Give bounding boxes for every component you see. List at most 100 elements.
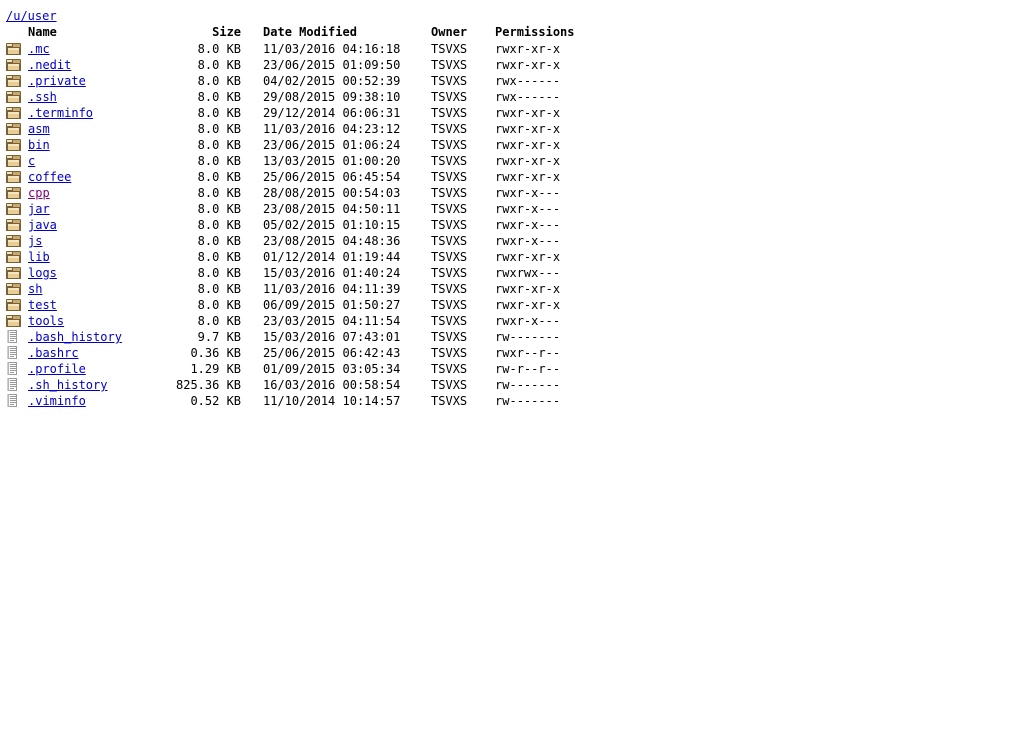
row-date-modified-cell: 11/10/2014 10:14:57 xyxy=(263,394,401,408)
entry-name-link[interactable]: tools xyxy=(28,314,64,328)
entry-name-link[interactable]: .bashrc xyxy=(28,346,79,360)
entry-name-link[interactable]: .nedit xyxy=(28,58,71,72)
row-permissions-cell: rwxr-xr-x xyxy=(495,170,561,184)
entry-name-link[interactable]: bin xyxy=(28,138,50,152)
table-row[interactable]: java 8.0 KB 05/02/2015 01:10:15 TSVXS rwxr-x… xyxy=(0,217,595,233)
table-row[interactable]: .terminfo 8.0 KB 29/12/2014 06:06:31 TSVXS r… xyxy=(0,105,595,121)
entry-name-link[interactable]: c xyxy=(28,154,35,168)
row-permissions-cell: rwxr-x--- xyxy=(495,218,561,232)
folder-icon xyxy=(6,139,21,151)
row-folder-icon-cell xyxy=(0,89,28,105)
entry-name-link[interactable]: coffee xyxy=(28,170,71,184)
table-row[interactable]: .viminfo 0.52 KB 11/10/2014 10:14:57 TSVXS r… xyxy=(0,393,595,409)
table-row[interactable]: .private 8.0 KB 04/02/2015 00:52:39 TSVXS rw… xyxy=(0,73,595,89)
folder-icon xyxy=(6,315,21,327)
row-owner-cell: TSVXS xyxy=(431,282,468,296)
row-name-cell: coffee xyxy=(28,169,176,185)
entry-name-link[interactable]: lib xyxy=(28,250,50,264)
table-row[interactable]: .bashrc 0.36 KB 25/06/2015 06:42:43 TSVXS rw… xyxy=(0,345,595,361)
table-row[interactable]: .bash_history 9.7 KB 15/03/2016 07:43:01 TS… xyxy=(0,329,595,345)
table-row[interactable]: bin 8.0 KB 23/06/2015 01:06:24 TSVXS rwxr-xr… xyxy=(0,137,595,153)
row-owner-cell: TSVXS xyxy=(431,394,468,408)
column-header-owner[interactable]: Owner xyxy=(431,24,495,41)
entry-name-link[interactable]: .private xyxy=(28,74,86,88)
table-row[interactable]: tools 8.0 KB 23/03/2015 04:11:54 TSVXS rwxr-… xyxy=(0,313,595,329)
table-row[interactable]: .nedit 8.0 KB 23/06/2015 01:09:50 TSVXS rwxr… xyxy=(0,57,595,73)
row-file-icon-cell xyxy=(0,361,28,377)
table-row[interactable]: lib 8.0 KB 01/12/2014 01:19:44 TSVXS rwxr-xr… xyxy=(0,249,595,265)
row-date-modified-cell: 11/03/2016 04:23:12 xyxy=(263,122,401,136)
table-row[interactable]: .mc 8.0 KB 11/03/2016 04:16:18 TSVXS rwxr-xr… xyxy=(0,41,595,57)
entry-name-link[interactable]: asm xyxy=(28,122,50,136)
row-name-cell: test xyxy=(28,297,176,313)
entry-name-link[interactable]: .bash_history xyxy=(28,330,122,344)
row-date-modified-cell: 13/03/2015 01:00:20 xyxy=(263,154,401,168)
table-row[interactable]: js 8.0 KB 23/08/2015 04:48:36 TSVXS rwxr-x--… xyxy=(0,233,595,249)
row-file-icon-cell xyxy=(0,345,28,361)
entry-name-link[interactable]: logs xyxy=(28,266,57,280)
row-date-modified-cell: 01/12/2014 01:19:44 xyxy=(263,250,401,264)
row-name-cell: .terminfo xyxy=(28,105,176,121)
row-name-cell: js xyxy=(28,233,176,249)
row-owner-cell: TSVXS xyxy=(431,122,468,136)
row-file-icon-cell xyxy=(0,329,28,345)
row-permissions-cell: rwxr-xr-x xyxy=(495,154,561,168)
file-icon xyxy=(6,330,18,343)
table-row[interactable]: coffee 8.0 KB 25/06/2015 06:45:54 TSVXS rwxr… xyxy=(0,169,595,185)
column-header-size[interactable]: Size xyxy=(176,24,263,41)
row-name-cell: .ssh xyxy=(28,89,176,105)
folder-icon xyxy=(6,123,21,135)
entry-name-link[interactable]: .ssh xyxy=(28,90,57,104)
row-owner-cell: TSVXS xyxy=(431,106,468,120)
table-row[interactable]: .profile 1.29 KB 01/09/2015 03:05:34 TSVXS r… xyxy=(0,361,595,377)
table-row[interactable]: asm 8.0 KB 11/03/2016 04:23:12 TSVXS rwxr-xr… xyxy=(0,121,595,137)
table-row[interactable]: .ssh 8.0 KB 29/08/2015 09:38:10 TSVXS rwx---… xyxy=(0,89,595,105)
entry-name-link[interactable]: js xyxy=(28,234,42,248)
table-row[interactable]: sh 8.0 KB 11/03/2016 04:11:39 TSVXS rwxr-xr-… xyxy=(0,281,595,297)
entry-name-link[interactable]: .mc xyxy=(28,42,50,56)
row-owner-cell: TSVXS xyxy=(431,346,468,360)
row-owner-cell: TSVXS xyxy=(431,186,468,200)
breadcrumb-path-link[interactable]: /u/user xyxy=(6,9,57,23)
entry-name-link[interactable]: java xyxy=(28,218,57,232)
row-size-cell: 8.0 KB xyxy=(197,266,242,280)
folder-icon xyxy=(6,235,21,247)
entry-name-link[interactable]: .terminfo xyxy=(28,106,93,120)
table-row[interactable]: .sh_history 825.36 KB 16/03/2016 00:58:54 T… xyxy=(0,377,595,393)
row-file-icon-cell xyxy=(0,393,28,409)
file-icon xyxy=(6,394,18,407)
row-permissions-cell: rw------- xyxy=(495,394,561,408)
column-header-date-modified[interactable]: Date Modified xyxy=(263,24,431,41)
folder-icon xyxy=(6,91,21,103)
entry-name-link[interactable]: cpp xyxy=(28,186,50,200)
table-row[interactable]: jar 8.0 KB 23/08/2015 04:50:11 TSVXS rwxr-x-… xyxy=(0,201,595,217)
row-size-cell: 8.0 KB xyxy=(197,282,242,296)
row-owner-cell: TSVXS xyxy=(431,266,468,280)
entry-name-link[interactable]: .sh_history xyxy=(28,378,107,392)
folder-icon xyxy=(6,107,21,119)
row-name-cell: asm xyxy=(28,121,176,137)
row-date-modified-cell: 23/08/2015 04:48:36 xyxy=(263,234,401,248)
row-folder-icon-cell xyxy=(0,57,28,73)
folder-icon xyxy=(6,299,21,311)
entry-name-link[interactable]: .profile xyxy=(28,362,86,376)
row-name-cell: java xyxy=(28,217,176,233)
row-name-cell: lib xyxy=(28,249,176,265)
table-row[interactable]: test 8.0 KB 06/09/2015 01:50:27 TSVXS rwxr-x… xyxy=(0,297,595,313)
folder-icon xyxy=(6,251,21,263)
table-row[interactable]: c 8.0 KB 13/03/2015 01:00:20 TSVXS rwxr-xr-x xyxy=(0,153,595,169)
entry-name-link[interactable]: .viminfo xyxy=(28,394,86,408)
row-owner-cell: TSVXS xyxy=(431,298,468,312)
row-owner-cell: TSVXS xyxy=(431,234,468,248)
file-icon xyxy=(6,362,18,375)
entry-name-link[interactable]: sh xyxy=(28,282,42,296)
row-permissions-cell: rwxr-xr-x xyxy=(495,58,561,72)
column-header-permissions[interactable]: Permissions xyxy=(495,24,595,41)
row-folder-icon-cell xyxy=(0,185,28,201)
entry-name-link[interactable]: jar xyxy=(28,202,50,216)
table-row[interactable]: cpp 8.0 KB 28/08/2015 00:54:03 TSVXS rwxr-x-… xyxy=(0,185,595,201)
table-row[interactable]: logs 8.0 KB 15/03/2016 01:40:24 TSVXS rwxrwx… xyxy=(0,265,595,281)
row-name-cell: jar xyxy=(28,201,176,217)
entry-name-link[interactable]: test xyxy=(28,298,57,312)
column-header-name[interactable]: Name xyxy=(28,24,176,41)
